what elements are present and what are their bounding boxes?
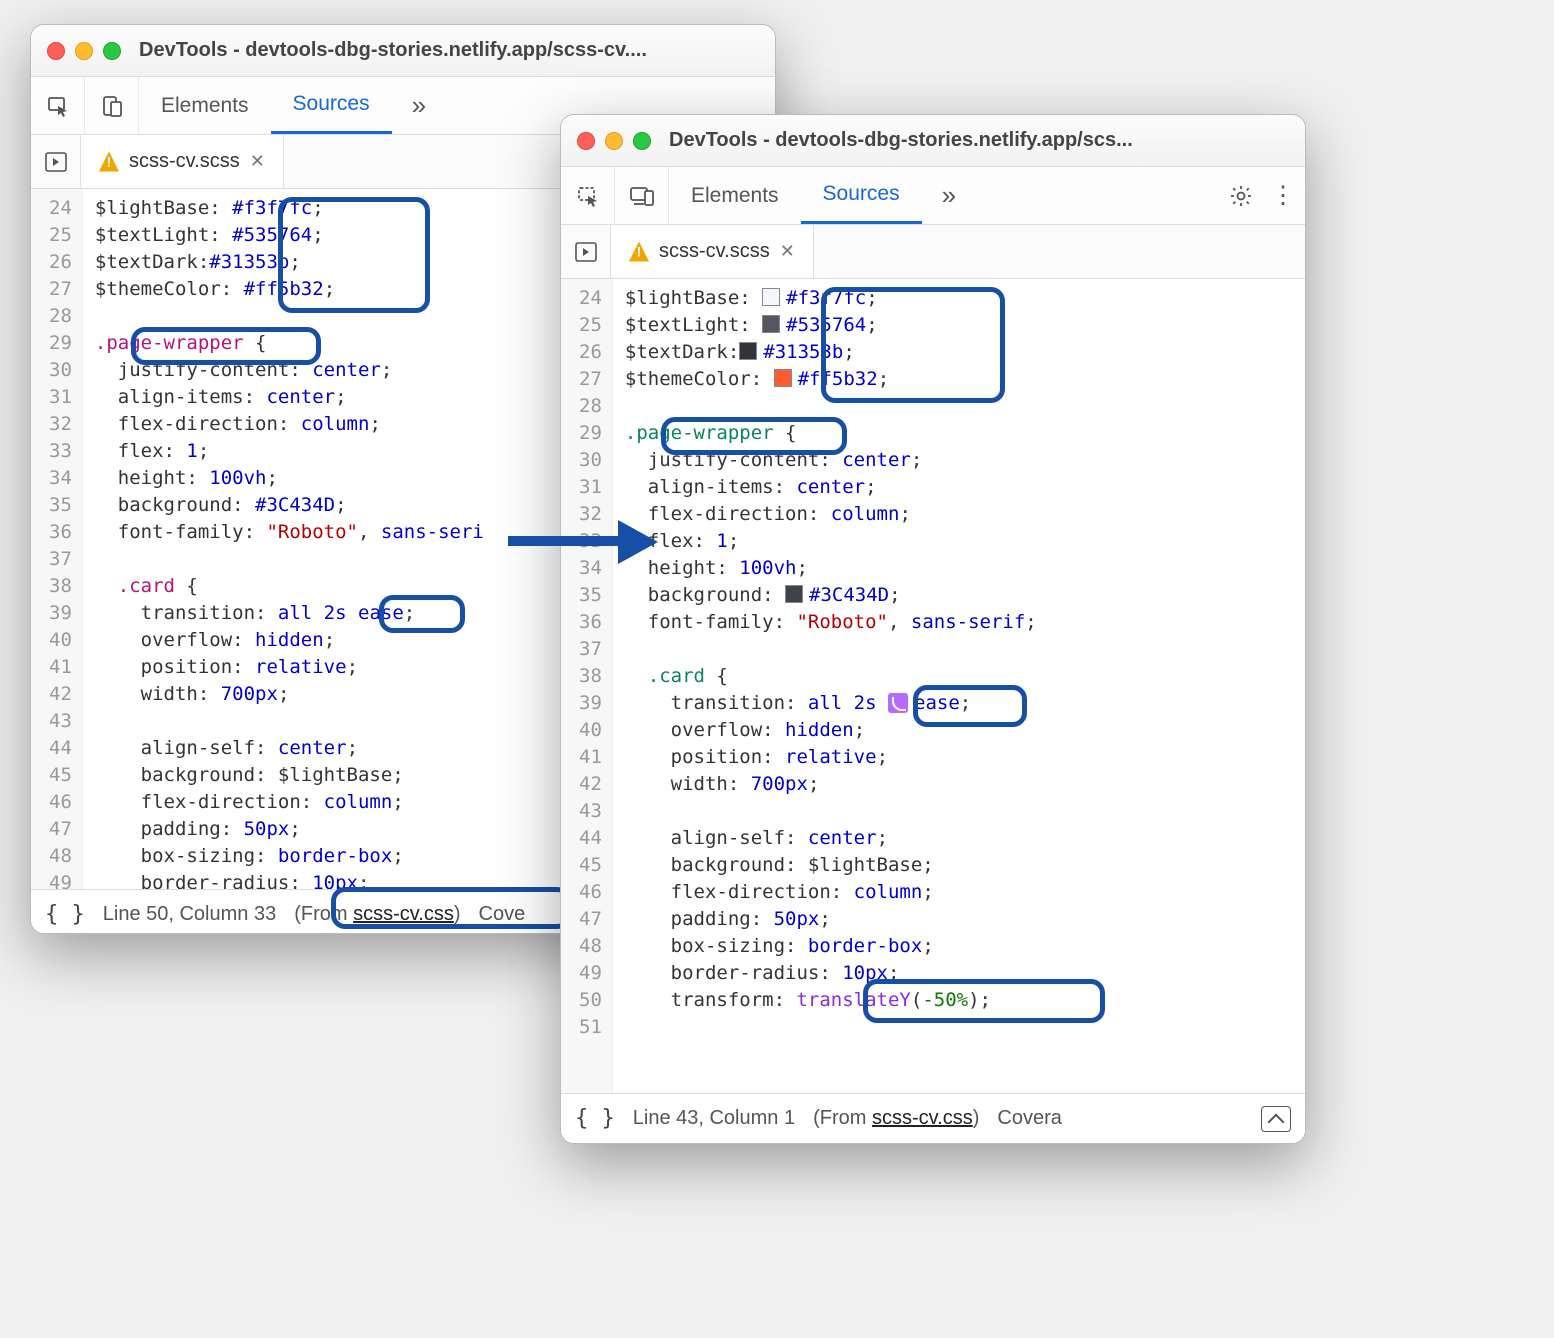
code-line[interactable]: transform: translateY(-50%); — [625, 987, 1293, 1014]
tab-sources[interactable]: Sources — [271, 77, 392, 134]
code-line[interactable]: width: 700px; — [625, 771, 1293, 798]
inspect-icon[interactable] — [561, 167, 615, 224]
code-line[interactable]: transition: all 2s ease; — [625, 690, 1293, 717]
kebab-icon[interactable]: ⋮ — [1271, 184, 1295, 208]
code-line[interactable]: padding: 50px; — [625, 906, 1293, 933]
sourcemap-info: (From scss-cv.css) — [294, 903, 460, 926]
overflow-icon[interactable]: » — [392, 77, 446, 134]
code-content[interactable]: $lightBase: #f3f7fc;$textLight: #535764;… — [613, 279, 1305, 1093]
line-gutter: 2425262728293031323334353637383940414243… — [561, 279, 613, 1093]
inspect-icon[interactable] — [31, 77, 85, 134]
code-line[interactable]: flex: 1; — [625, 528, 1293, 555]
device-toggle-icon[interactable] — [85, 77, 139, 134]
code-line[interactable]: flex-direction: column; — [625, 879, 1293, 906]
code-line[interactable] — [625, 1014, 1293, 1041]
code-line[interactable]: $lightBase: #f3f7fc; — [625, 285, 1293, 312]
titlebar[interactable]: DevTools - devtools-dbg-stories.netlify.… — [31, 25, 775, 77]
traffic-lights — [47, 42, 121, 60]
comparison-arrow-icon — [508, 520, 658, 560]
minimize-icon[interactable] — [75, 42, 93, 60]
code-line[interactable]: justify-content: center; — [625, 447, 1293, 474]
color-swatch-icon[interactable] — [762, 288, 780, 306]
cursor-position: Line 50, Column 33 — [103, 903, 276, 926]
panel-tabbar: Elements Sources » ⋮ — [561, 167, 1305, 225]
close-tab-icon[interactable]: ✕ — [780, 241, 795, 262]
coverage-label[interactable]: Covera — [997, 1107, 1061, 1130]
navigator-toggle-icon[interactable] — [31, 135, 81, 188]
code-line[interactable]: border-radius: 10px; — [625, 960, 1293, 987]
tab-elements[interactable]: Elements — [139, 77, 271, 134]
color-swatch-icon[interactable] — [785, 585, 803, 603]
code-line[interactable]: overflow: hidden; — [625, 717, 1293, 744]
warning-icon — [629, 242, 649, 262]
file-tabbar: scss-cv.scss ✕ — [561, 225, 1305, 279]
code-line[interactable]: background: $lightBase; — [625, 852, 1293, 879]
file-name: scss-cv.scss — [129, 150, 240, 173]
file-tab[interactable]: scss-cv.scss ✕ — [611, 225, 814, 278]
code-line[interactable]: box-sizing: border-box; — [625, 933, 1293, 960]
window-title: DevTools - devtools-dbg-stories.netlify.… — [139, 39, 647, 62]
color-swatch-icon[interactable] — [774, 369, 792, 387]
close-tab-icon[interactable]: ✕ — [250, 151, 265, 172]
code-line[interactable]: $themeColor: #ff5b32; — [625, 366, 1293, 393]
bezier-editor-icon[interactable] — [888, 693, 908, 713]
tab-elements[interactable]: Elements — [669, 167, 801, 224]
titlebar[interactable]: DevTools - devtools-dbg-stories.netlify.… — [561, 115, 1305, 167]
format-icon[interactable]: { } — [575, 1106, 615, 1131]
navigator-toggle-icon[interactable] — [561, 225, 611, 278]
code-line[interactable] — [625, 636, 1293, 663]
code-line[interactable] — [625, 798, 1293, 825]
color-swatch-icon[interactable] — [739, 342, 757, 360]
minimize-icon[interactable] — [605, 132, 623, 150]
traffic-lights — [577, 132, 651, 150]
file-tab[interactable]: scss-cv.scss ✕ — [81, 135, 284, 188]
zoom-icon[interactable] — [633, 132, 651, 150]
warning-icon — [99, 152, 119, 172]
code-line[interactable]: height: 100vh; — [625, 555, 1293, 582]
code-line[interactable]: $textDark:#31353b; — [625, 339, 1293, 366]
code-line[interactable]: $textLight: #535764; — [625, 312, 1293, 339]
code-line[interactable]: align-items: center; — [625, 474, 1293, 501]
code-line[interactable]: background: #3C434D; — [625, 582, 1293, 609]
cursor-position: Line 43, Column 1 — [633, 1107, 795, 1130]
tab-sources[interactable]: Sources — [801, 167, 922, 224]
line-gutter: 2425262728293031323334353637383940414243… — [31, 189, 83, 889]
sourcemap-link[interactable]: scss-cv.css — [872, 1107, 973, 1129]
close-icon[interactable] — [577, 132, 595, 150]
gear-icon[interactable] — [1229, 184, 1253, 208]
code-line[interactable]: .card { — [625, 663, 1293, 690]
color-swatch-icon[interactable] — [762, 315, 780, 333]
coverage-label[interactable]: Cove — [479, 903, 526, 926]
code-line[interactable]: font-family: "Roboto", sans-serif; — [625, 609, 1293, 636]
overflow-icon[interactable]: » — [922, 167, 976, 224]
code-line[interactable]: .page-wrapper { — [625, 420, 1293, 447]
devtools-window-after: DevTools - devtools-dbg-stories.netlify.… — [560, 114, 1306, 1144]
sourcemap-info: (From scss-cv.css) — [813, 1107, 979, 1130]
code-line[interactable]: flex-direction: column; — [625, 501, 1293, 528]
device-toggle-icon[interactable] — [615, 167, 669, 224]
drawer-toggle-icon[interactable] — [1261, 1106, 1291, 1132]
code-line[interactable]: align-self: center; — [625, 825, 1293, 852]
file-name: scss-cv.scss — [659, 240, 770, 263]
window-title: DevTools - devtools-dbg-stories.netlify.… — [669, 129, 1133, 152]
code-line[interactable] — [625, 393, 1293, 420]
zoom-icon[interactable] — [103, 42, 121, 60]
format-icon[interactable]: { } — [45, 902, 85, 927]
statusbar: { } Line 43, Column 1 (From scss-cv.css)… — [561, 1093, 1305, 1143]
sourcemap-link[interactable]: scss-cv.css — [353, 903, 454, 925]
close-icon[interactable] — [47, 42, 65, 60]
editor[interactable]: 2425262728293031323334353637383940414243… — [561, 279, 1305, 1093]
code-line[interactable]: position: relative; — [625, 744, 1293, 771]
